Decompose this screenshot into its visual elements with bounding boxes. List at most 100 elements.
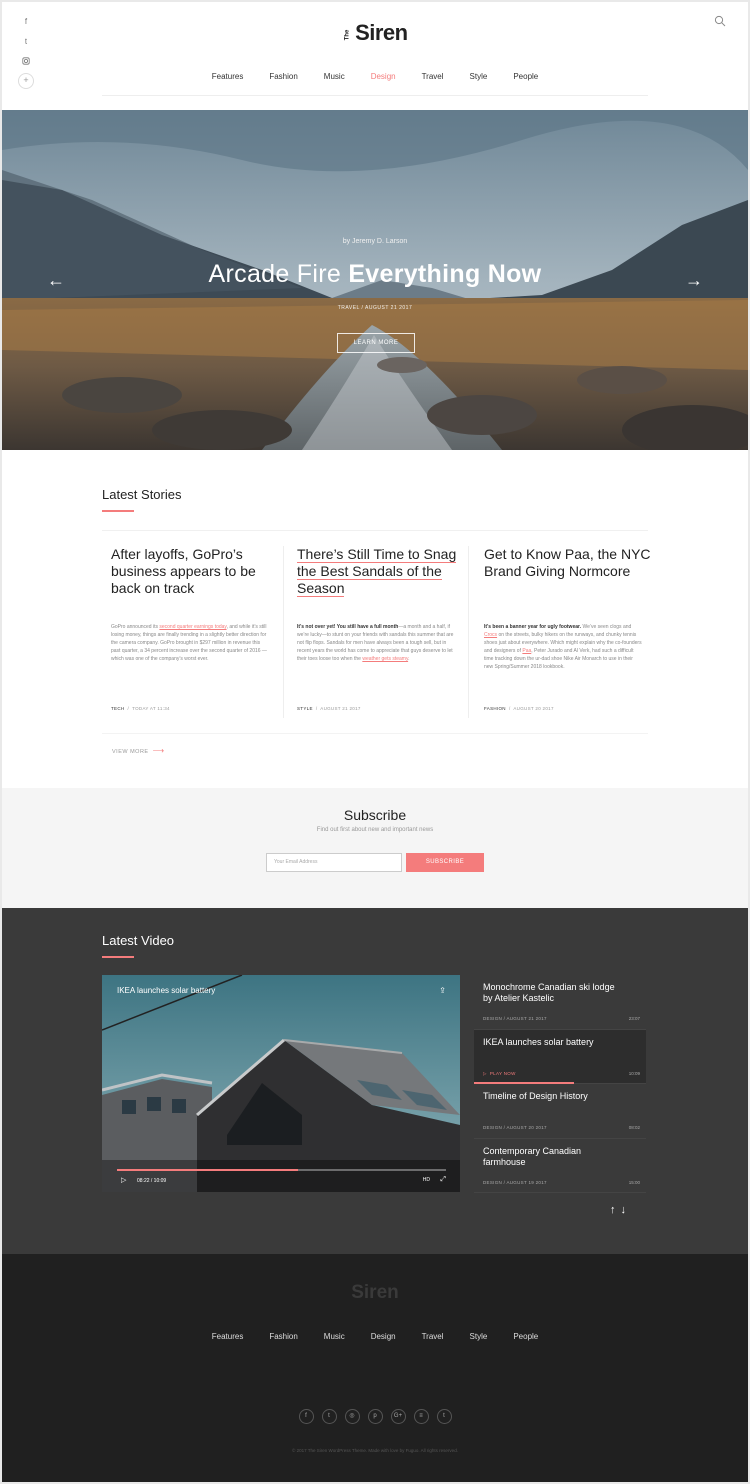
story-title-text: There’s Still Time to Snag the Best Sand… <box>297 546 457 597</box>
subscribe-subtitle: Find out first about new and important n… <box>316 827 434 833</box>
video-playlist: Monochrome Canadian ski lodge by Atelier… <box>474 975 646 1193</box>
story-category[interactable]: STYLE <box>297 706 313 711</box>
footer: Siren Features Fashion Music Design Trav… <box>2 1254 748 1482</box>
footer-logo[interactable]: Siren <box>2 1282 748 1304</box>
google-plus-icon[interactable]: G+ <box>390 1409 406 1424</box>
footer-nav-style[interactable]: Style <box>457 1332 501 1341</box>
excerpt-text: We’ve seen clogs and <box>581 624 632 630</box>
video-progress-bar[interactable] <box>117 1169 446 1171</box>
excerpt-link[interactable]: Crocs <box>484 632 497 638</box>
footer-nav-people[interactable]: People <box>500 1332 551 1341</box>
arrow-down-icon[interactable]: ↓ <box>621 1204 632 1216</box>
arrow-up-icon[interactable]: ↑ <box>610 1204 621 1216</box>
subscribe-button[interactable]: SUBSCRIBE <box>406 853 484 872</box>
facebook-icon[interactable]: f <box>298 1409 314 1424</box>
nav-music[interactable]: Music <box>311 72 358 81</box>
nav-features[interactable]: Features <box>199 72 257 81</box>
playlist-item-active[interactable]: IKEA launches solar battery ▷ PLAY NOW 1… <box>474 1029 646 1084</box>
pinterest-icon[interactable]: p <box>367 1409 383 1424</box>
rss-icon[interactable]: ≡ <box>413 1409 429 1424</box>
nav-style[interactable]: Style <box>457 72 501 81</box>
story-title[interactable]: There’s Still Time to Snag the Best Sand… <box>297 546 467 597</box>
arrow-right-icon: ⟶ <box>152 746 165 755</box>
instagram-icon[interactable]: ◎ <box>344 1409 360 1424</box>
story-title[interactable]: After layoffs, GoPro’s business appears … <box>111 546 281 597</box>
story-category[interactable]: FASHION <box>484 706 506 711</box>
hero-slider: ← → by Jeremy D. Larson Arcade Fire Ever… <box>2 110 748 450</box>
nav-fashion[interactable]: Fashion <box>256 72 310 81</box>
hero-title-bold: Everything Now <box>348 260 542 288</box>
excerpt-text: . <box>408 656 410 662</box>
subscribe-title: Subscribe <box>343 807 407 823</box>
playlist-item-title: IKEA launches solar battery <box>483 1036 594 1047</box>
story-meta: STYLE / AUGUST 21 2017 <box>297 706 361 711</box>
playlist-item-title: Timeline of Design History <box>483 1091 588 1101</box>
footer-nav-music[interactable]: Music <box>311 1332 358 1341</box>
search-icon[interactable] <box>714 14 728 28</box>
share-icon[interactable]: ⇪ <box>439 986 446 995</box>
view-more-label: VIEW MORE <box>112 749 149 755</box>
cards-divider <box>102 530 648 531</box>
hero-byline: by Jeremy D. Larson <box>342 238 408 245</box>
footer-nav: Features Fashion Music Design Travel Sty… <box>2 1332 748 1341</box>
playlist-item-duration: 08:02 <box>628 1125 640 1130</box>
play-icon[interactable]: ▷ <box>121 1176 126 1184</box>
subscribe-section: Subscribe Find out first about new and i… <box>2 788 748 908</box>
footer-social: f t ◎ p G+ ≡ t <box>2 1409 748 1424</box>
excerpt-link[interactable]: Paa <box>522 648 531 654</box>
story-card[interactable]: After layoffs, GoPro’s business appears … <box>111 546 281 718</box>
playlist-item[interactable]: Monochrome Canadian ski lodge by Atelier… <box>474 975 646 1030</box>
playlist-item[interactable]: Contemporary Canadian farmhouse DESIGN /… <box>474 1139 646 1193</box>
latest-stories-underline <box>102 510 134 512</box>
playlist-item-title: Monochrome Canadian ski lodge by Atelier… <box>483 982 615 1003</box>
play-now-label: PLAY NOW <box>489 1070 516 1076</box>
tumblr-icon[interactable]: t <box>436 1409 452 1424</box>
story-date: AUGUST 20 2017 <box>513 706 554 711</box>
video-progress-fill <box>117 1169 298 1171</box>
footer-nav-design[interactable]: Design <box>358 1332 409 1341</box>
site-logo[interactable]: The Siren <box>0 20 750 46</box>
footer-nav-travel[interactable]: Travel <box>409 1332 457 1341</box>
excerpt-link[interactable]: weather gets steamy <box>362 656 408 662</box>
playlist-item[interactable]: Timeline of Design History DESIGN / AUGU… <box>474 1084 646 1139</box>
playlist-item-meta: DESIGN / AUGUST 21 2017 <box>483 1016 547 1021</box>
latest-video-title: Latest Video <box>102 933 175 948</box>
video-player[interactable]: IKEA launches solar battery ⇪ ▷ 08:22 / … <box>102 975 460 1192</box>
video-frame <box>102 975 460 1192</box>
story-excerpt: It’s been a banner year for ugly footwea… <box>484 623 642 671</box>
story-category[interactable]: TECH <box>111 706 124 711</box>
story-card[interactable]: Get to Know Paa, the NYC Brand Giving No… <box>484 546 654 718</box>
fullscreen-icon[interactable]: ⤢ <box>440 1176 446 1184</box>
email-field[interactable]: Your Email Address <box>266 853 402 872</box>
story-meta: FASHION / AUGUST 20 2017 <box>484 706 554 711</box>
story-card[interactable]: There’s Still Time to Snag the Best Sand… <box>297 546 467 718</box>
playlist-item-duration: 23:07 <box>628 1016 640 1021</box>
excerpt-link[interactable]: second quarter earnings today <box>159 624 226 630</box>
learn-more-button[interactable]: LEARN MORE <box>337 333 415 353</box>
playlist-item-title: Contemporary Canadian farmhouse <box>483 1145 582 1167</box>
latest-stories-title: Latest Stories <box>102 487 182 502</box>
copyright: © 2017 The Siren WordPress Theme. Made w… <box>292 1448 458 1453</box>
hd-toggle[interactable]: HD <box>423 1177 430 1183</box>
footer-nav-fashion[interactable]: Fashion <box>256 1332 310 1341</box>
nav-design[interactable]: Design <box>358 72 409 81</box>
excerpt-lead: It’s been a banner year for ugly footwea… <box>484 624 582 630</box>
hero-title[interactable]: Arcade Fire Everything Now <box>2 260 748 289</box>
twitter-icon[interactable]: t <box>321 1409 337 1424</box>
view-more-link[interactable]: VIEW MORE ⟶ <box>112 746 165 755</box>
latest-video-section: Latest Video IKEA launches solar battery… <box>2 908 748 1254</box>
view-more-divider <box>102 733 648 734</box>
footer-nav-features[interactable]: Features <box>199 1332 257 1341</box>
video-time: 08:22 / 10:09 <box>137 1178 167 1184</box>
nav-travel[interactable]: Travel <box>409 72 457 81</box>
story-title[interactable]: Get to Know Paa, the NYC Brand Giving No… <box>484 546 654 580</box>
logo-name: Siren <box>355 20 408 45</box>
play-now-icon: ▷ <box>483 1070 490 1076</box>
playlist-item-meta: DESIGN / AUGUST 20 2017 <box>483 1125 547 1130</box>
hero-meta: TRAVEL / AUGUST 21 2017 <box>337 305 413 311</box>
nav-people[interactable]: People <box>500 72 551 81</box>
story-excerpt: GoPro announced its second quarter earni… <box>111 623 269 663</box>
playlist-item-meta: ▷ PLAY NOW <box>483 1071 516 1077</box>
playlist-item-duration: 15:00 <box>628 1179 640 1185</box>
instagram-icon[interactable] <box>18 53 34 69</box>
